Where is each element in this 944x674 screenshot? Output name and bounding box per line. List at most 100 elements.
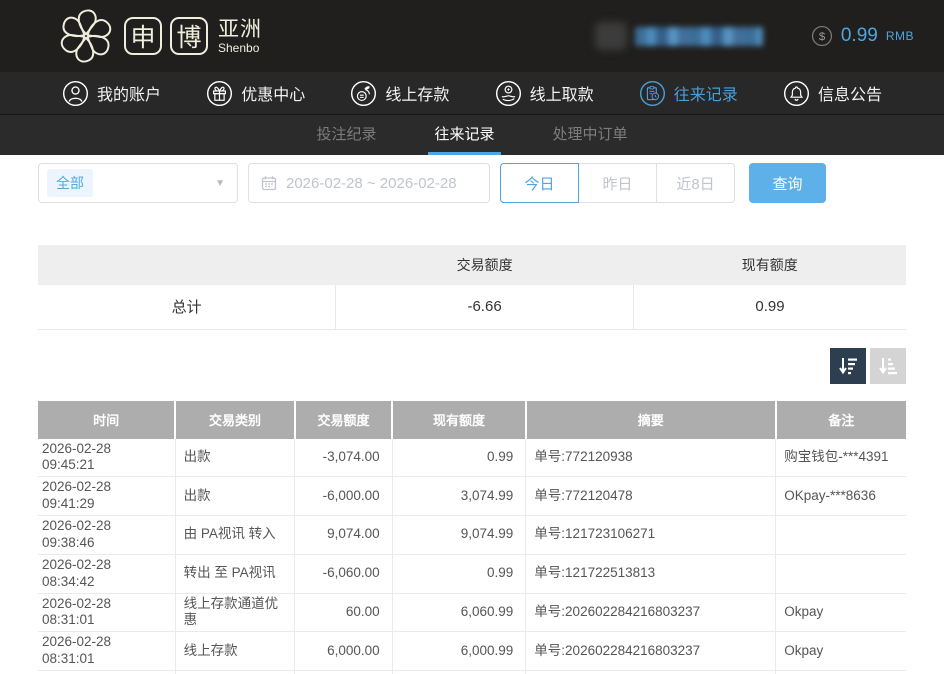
table-row: 2026-02-28 08:31:01 线上存款通道优惠 60.00 6,060… — [38, 593, 906, 632]
search-button[interactable]: 查询 — [749, 163, 826, 203]
cell-time: 2026-02-28 09:45:21 — [38, 439, 175, 477]
cell-amount: 60.00 — [295, 593, 392, 632]
sort-descending-button[interactable] — [830, 348, 866, 384]
top-header: 申 博 亚洲 Shenbo $ 0.99 RMB — [0, 0, 944, 72]
col-header-summary: 摘要 — [526, 401, 776, 439]
type-select-value: 全部 — [47, 169, 93, 197]
cell-balance: 6,060.99 — [392, 593, 526, 632]
cell-time: 2026-02-28 08:34:42 — [38, 554, 175, 593]
summary-balance-total: 0.99 — [633, 285, 906, 329]
nav-label: 优惠中心 — [241, 81, 305, 105]
tab-transaction-records[interactable]: 往来记录 — [428, 115, 500, 155]
type-select[interactable]: 全部 ▼ — [38, 163, 238, 203]
cell-type: 线上存款通道优惠 — [175, 593, 295, 632]
cell-remark: Okpay — [776, 593, 906, 632]
table-row: 2026-02-28 09:41:29 出款 -6,000.00 3,074.9… — [38, 477, 906, 516]
cell-time — [38, 671, 175, 674]
username-redacted[interactable] — [595, 22, 763, 50]
nav-item-deposit[interactable]: 线上存款 — [350, 80, 449, 107]
transactions-table: 时间 交易类别 交易额度 现有额度 摘要 备注 2026-02-28 09:45… — [38, 401, 906, 674]
nav-label: 我的账户 — [97, 81, 161, 105]
date-range-input[interactable]: 2026-02-28 ~ 2026-02-28 — [248, 163, 490, 203]
balance-amount: 0.99 — [841, 25, 878, 47]
header-right: $ 0.99 RMB — [595, 22, 914, 50]
cell-type: 出款 — [175, 477, 295, 516]
user-icon — [62, 80, 89, 107]
logo-suffix-en: Shenbo — [218, 42, 262, 54]
sub-tabs: 投注纪录 往来记录 处理中订单 — [0, 115, 944, 155]
table-row: 2026-02-28 08:31:01 线上存款 6,000.00 6,000.… — [38, 632, 906, 671]
cell-summary: 单号:772120938 — [526, 439, 776, 477]
cell-remark — [776, 516, 906, 555]
cell-time: 2026-02-28 09:41:29 — [38, 477, 175, 516]
nav-item-announcements[interactable]: 信息公告 — [783, 80, 882, 107]
sort-bar — [38, 348, 906, 384]
calendar-icon — [261, 175, 277, 191]
cell-amount — [295, 671, 392, 674]
cell-balance: 9,074.99 — [392, 516, 526, 555]
withdraw-icon — [495, 80, 522, 107]
summary-header-balance: 现有额度 — [633, 245, 906, 285]
cell-remark — [776, 554, 906, 593]
gift-icon — [206, 80, 233, 107]
yesterday-button[interactable]: 昨日 — [578, 163, 657, 203]
dollar-coin-icon: $ — [811, 25, 833, 47]
sort-ascending-button[interactable] — [870, 348, 906, 384]
today-button[interactable]: 今日 — [500, 163, 579, 203]
cell-balance: 0.99 — [392, 439, 526, 477]
records-icon — [639, 80, 666, 107]
avatar — [595, 22, 627, 50]
cell-type: 转出 至 PA视讯 — [175, 554, 295, 593]
logo-suffix-cn: 亚洲 — [218, 19, 262, 40]
cell-balance: 0.99 — [392, 554, 526, 593]
nav-item-my-account[interactable]: 我的账户 — [62, 80, 161, 107]
cell-type: 由 PA视讯 转入 — [175, 516, 295, 555]
cell-summary: 单号:772120478 — [526, 477, 776, 516]
summary-table: 交易额度 现有额度 总计 -6.66 0.99 — [38, 245, 906, 330]
summary-transaction-total: -6.66 — [336, 285, 634, 329]
sort-descending-icon — [836, 354, 860, 378]
cell-summary: 单号:202602284216803237 — [526, 593, 776, 632]
cell-type — [175, 671, 295, 674]
cell-amount: 9,074.00 — [295, 516, 392, 555]
cell-remark — [776, 671, 906, 674]
nav-label: 线上取款 — [530, 81, 594, 105]
table-row: 2026-02-28 09:45:21 出款 -3,074.00 0.99 单号… — [38, 439, 906, 477]
chevron-down-icon: ▼ — [215, 178, 225, 189]
brand-logo[interactable]: 申 博 亚洲 Shenbo — [56, 6, 262, 66]
cell-type: 线上存款 — [175, 632, 295, 671]
cell-summary: 单号:121722513813 — [526, 554, 776, 593]
nav-item-transactions[interactable]: 往来记录 — [639, 80, 738, 107]
last-8-days-button[interactable]: 近8日 — [656, 163, 735, 203]
cell-amount: -3,074.00 — [295, 439, 392, 477]
logo-char-shen: 申 — [124, 17, 162, 55]
summary-header-empty — [38, 245, 336, 285]
cell-balance: 3,074.99 — [392, 477, 526, 516]
summary-total-label: 总计 — [38, 285, 336, 329]
cell-balance — [392, 671, 526, 674]
col-header-balance: 现有额度 — [392, 401, 526, 439]
quick-date-group: 今日 昨日 近8日 — [500, 163, 735, 203]
flower-logo-icon — [56, 6, 116, 66]
cell-balance: 6,000.99 — [392, 632, 526, 671]
tab-pending-orders[interactable]: 处理中订单 — [547, 115, 634, 155]
cell-summary: 单号:121723106271 — [526, 516, 776, 555]
nav-item-promotions[interactable]: 优惠中心 — [206, 80, 305, 107]
content-area: 全部 ▼ 2026-02-28 ~ 2026-02-28 今日 昨日 近8日 查… — [0, 155, 944, 674]
nav-item-withdraw[interactable]: 线上取款 — [495, 80, 594, 107]
transactions-header-row: 时间 交易类别 交易额度 现有额度 摘要 备注 — [38, 401, 906, 439]
table-row: 2026-02-28 09:38:46 由 PA视讯 转入 9,074.00 9… — [38, 516, 906, 555]
transactions-body: 2026-02-28 09:45:21 出款 -3,074.00 0.99 单号… — [38, 439, 906, 674]
summary-header-row: 交易额度 现有额度 — [38, 245, 906, 285]
cell-remark: 购宝钱包-***4391 — [776, 439, 906, 477]
date-range-value: 2026-02-28 ~ 2026-02-28 — [286, 175, 457, 192]
balance-currency: RMB — [886, 29, 914, 43]
nav-label: 往来记录 — [674, 81, 738, 105]
summary-header-transaction: 交易额度 — [336, 245, 634, 285]
balance-display[interactable]: $ 0.99 RMB — [811, 25, 914, 47]
filter-row: 全部 ▼ 2026-02-28 ~ 2026-02-28 今日 昨日 近8日 查… — [38, 163, 906, 203]
cell-remark: Okpay — [776, 632, 906, 671]
username-blur — [635, 27, 763, 46]
col-header-time: 时间 — [38, 401, 175, 439]
tab-betting-records[interactable]: 投注纪录 — [310, 115, 382, 155]
